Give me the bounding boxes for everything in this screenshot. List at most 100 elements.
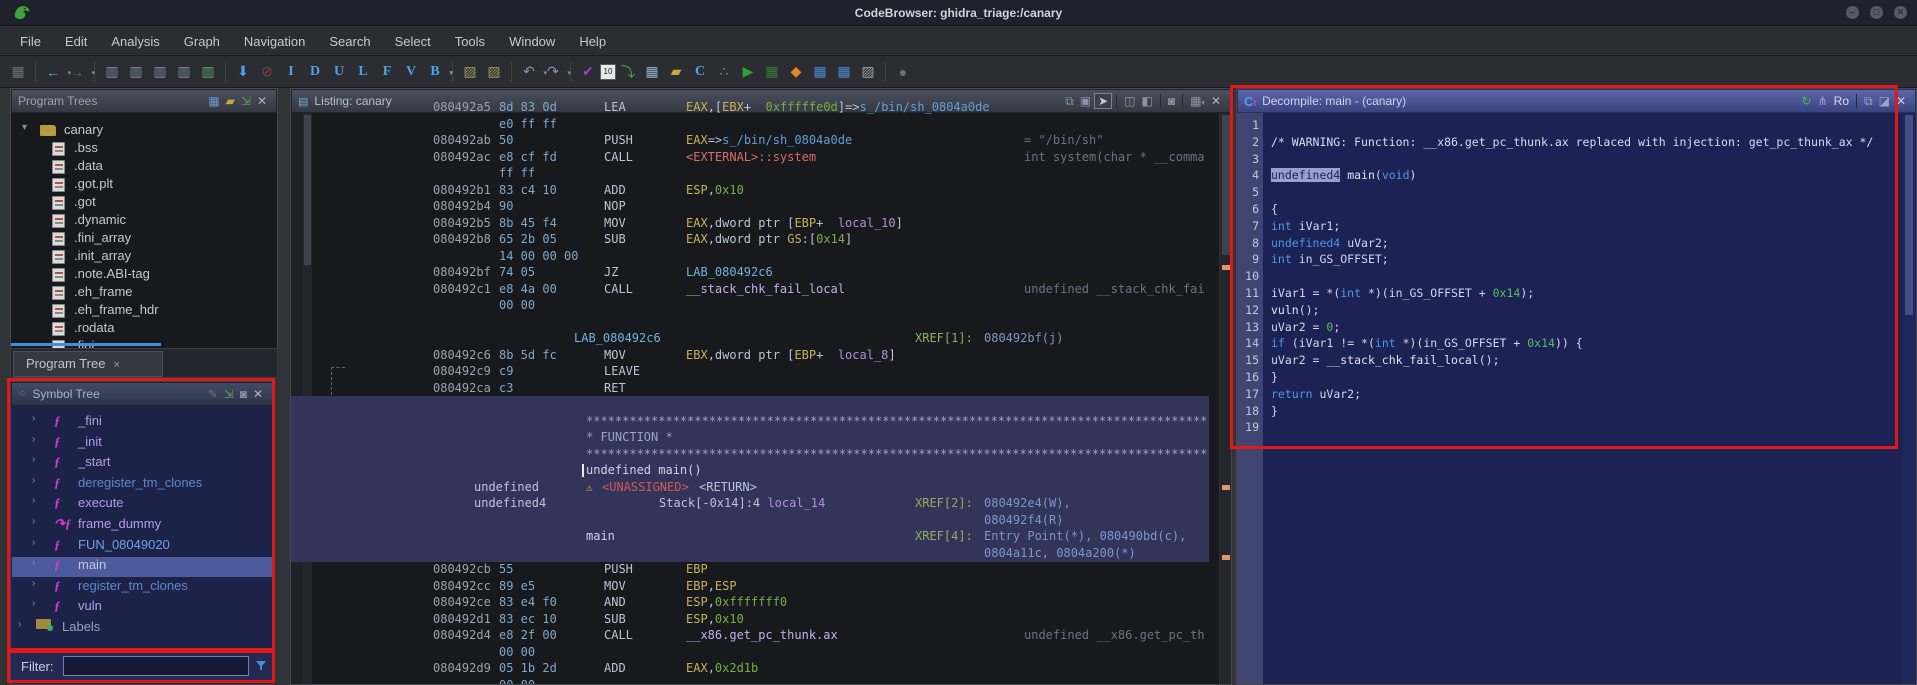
symbol-item-execute[interactable]: ›ƒexecute — [12, 495, 272, 515]
diamond-icon[interactable]: ◆ — [784, 60, 808, 84]
symbol-item-register_tm_clones[interactable]: ›ƒregister_tm_clones — [12, 578, 272, 598]
listing-row[interactable]: * FUNCTION * — [291, 429, 1209, 446]
clone-c-icon[interactable]: C — [688, 60, 712, 84]
collapse-icon[interactable]: ▾ — [22, 122, 27, 133]
export-green-icon[interactable]: ⤵ — [616, 60, 640, 84]
expand-icon[interactable]: › — [32, 495, 35, 506]
graph-icon[interactable]: ⋔ — [1815, 94, 1831, 108]
memory-move-icon[interactable]: ▥ — [148, 60, 172, 84]
expand-icon[interactable]: › — [32, 454, 35, 465]
listing-row[interactable]: ****************************************… — [291, 413, 1209, 430]
listing-row[interactable]: 00 00 — [291, 644, 1209, 661]
listing-row-080492bf[interactable]: 080492bf74 05JZLAB_080492c6 — [291, 264, 1209, 281]
listing-row-080492ce[interactable]: 080492ce83 e4 f0ANDESP,0xfffffff0 — [291, 594, 1209, 611]
open-folder-icon[interactable]: ▰ — [223, 94, 238, 108]
undo-icon[interactable]: ↶▾ — [517, 60, 541, 84]
decompile-line-3[interactable]: 3 — [1237, 151, 1902, 168]
menu-window[interactable]: Window — [499, 30, 565, 53]
redo-icon[interactable]: ↷▾ — [541, 60, 565, 84]
listing-row-080492a5[interactable]: 080492a58d 83 0dLEAEAX,[EBX + 0xfffffe0d… — [291, 99, 1209, 116]
undefine-u-icon[interactable]: U — [327, 60, 351, 84]
program-tree-hscroll[interactable] — [11, 343, 161, 346]
memory-copy-icon[interactable]: ▥ — [124, 60, 148, 84]
label-l-icon[interactable]: L — [351, 60, 375, 84]
listing-row-080492cb[interactable]: 080492cb55PUSHEBP — [291, 561, 1209, 578]
expand-icon[interactable]: › — [32, 475, 35, 486]
analysis-marker[interactable] — [1222, 555, 1230, 560]
listing-label-row[interactable]: LAB_080492c6XREF[1]:080492bf(j) — [291, 330, 1209, 347]
decompile-line-7[interactable]: 7 int iVar1; — [1237, 218, 1902, 235]
menu-help[interactable]: Help — [569, 30, 616, 53]
decompile-line-4[interactable]: 4undefined4 main(void) — [1237, 167, 1902, 184]
decompile-line-6[interactable]: 6{ — [1237, 201, 1902, 218]
symbol-item-frame_dummy[interactable]: ›↷ƒframe_dummy — [12, 516, 272, 536]
tab-close-icon[interactable]: × — [113, 359, 119, 371]
data-d-icon[interactable]: D — [303, 60, 327, 84]
new-tree-icon[interactable]: ▦ — [205, 94, 222, 108]
menu-file[interactable]: File — [10, 30, 51, 53]
listing-row[interactable]: 14 00 00 00 — [291, 248, 1209, 265]
decompile-line-13[interactable]: 13 uVar2 = 0; — [1237, 319, 1902, 336]
listing-row[interactable]: undefined main() — [291, 462, 1209, 479]
camera-icon[interactable]: ◙ — [237, 387, 250, 401]
decompile-line-11[interactable]: 11 iVar1 = *(int *)(in_GS_OFFSET + 0x14)… — [1237, 285, 1902, 302]
listing-row[interactable]: e0 ff ff — [291, 116, 1209, 133]
tab-program-tree[interactable]: Program Tree× — [13, 351, 163, 377]
decompile-line-9[interactable]: 9 int in_GS_OFFSET; — [1237, 251, 1902, 268]
datatype-folder-icon[interactable]: ▰ — [664, 60, 688, 84]
function-f-icon[interactable]: F — [375, 60, 399, 84]
memory-map-icon[interactable]: ▥ — [196, 60, 220, 84]
listing-row[interactable]: ****************************************… — [291, 446, 1209, 463]
save-icon[interactable]: ▦ — [6, 60, 30, 84]
listing-row-080492d4[interactable]: 080492d4e8 2f 00CALL__x86.get_pc_thunk.a… — [291, 627, 1209, 644]
decompile-line-1[interactable]: 1 — [1237, 117, 1902, 134]
decompile-line-16[interactable]: 16 } — [1237, 369, 1902, 386]
snapshot-out-icon[interactable]: ▨ — [482, 60, 506, 84]
variable-v-icon[interactable]: V — [399, 60, 423, 84]
expand-icon[interactable]: › — [32, 434, 35, 445]
stop-icon[interactable]: ⊘ — [255, 60, 279, 84]
menu-edit[interactable]: Edit — [55, 30, 97, 53]
table-blue-icon[interactable]: ▦ — [808, 60, 832, 84]
listing-row[interactable]: mainXREF[4]:Entry Point(*), 080490bd(c), — [291, 528, 1209, 545]
listing-row-080492b8[interactable]: 080492b865 2b 05SUBEAX,dword ptr GS:[0x1… — [291, 231, 1209, 248]
listing-row-080492c1[interactable]: 080492c1e8 4a 00CALL__stack_chk_fail_loc… — [291, 281, 1209, 298]
decompile-line-10[interactable]: 10 — [1237, 268, 1902, 285]
listing-row[interactable]: 00 00 — [291, 297, 1209, 314]
expand-icon[interactable]: › — [32, 516, 35, 527]
decompile-line-17[interactable]: 17 return uVar2; — [1237, 386, 1902, 403]
listing-row[interactable]: 00 00 — [291, 677, 1209, 685]
analysis-marker[interactable] — [1222, 265, 1230, 270]
listing-row-080492c6[interactable]: 080492c68b 5d fcMOVEBX,dword ptr [EBP + … — [291, 347, 1209, 364]
listing-row-080492c9[interactable]: 080492c9c9LEAVE — [291, 363, 1209, 380]
symbol-item-_fini[interactable]: ›ƒ_fini — [12, 413, 272, 433]
listing-row[interactable] — [291, 314, 1209, 331]
expand-icon[interactable]: › — [32, 413, 35, 424]
listing-row[interactable]: 0804a11c, 0804a200(*) — [291, 545, 1209, 562]
listing-row[interactable]: undefined⚠<UNASSIGNED><RETURN> — [291, 479, 1209, 496]
close-icon[interactable]: ✕ — [250, 387, 266, 401]
listing-row-080492d1[interactable]: 080492d183 ec 10SUBESP,0x10 — [291, 611, 1209, 628]
back-icon[interactable]: ←▾ — [41, 60, 65, 84]
memory-patch-icon[interactable]: ▥ — [100, 60, 124, 84]
run-script-icon[interactable]: ▶ — [736, 60, 760, 84]
listing-row-080492ca[interactable]: 080492cac3RET — [291, 380, 1209, 397]
listing-row[interactable]: ff ff — [291, 165, 1209, 182]
expand-icon[interactable]: › — [32, 537, 35, 548]
listing-row[interactable]: undefined4Stack[-0x14]:4 local_14XREF[2]… — [291, 495, 1209, 512]
expand-icon[interactable]: › — [18, 619, 21, 630]
menu-analysis[interactable]: Analysis — [101, 30, 169, 53]
symbol-item-vuln[interactable]: ›ƒvuln — [12, 598, 272, 618]
forward-icon[interactable]: →▾ — [65, 60, 89, 84]
decompile-line-12[interactable]: 12 vuln(); — [1237, 302, 1902, 319]
bookmark-b-icon[interactable]: B▾ — [423, 60, 447, 84]
expand-icon[interactable]: › — [32, 557, 35, 568]
snapshot-in-icon[interactable]: ▨ — [458, 60, 482, 84]
listing-row-080492b1[interactable]: 080492b183 c4 10ADDESP,0x10 — [291, 182, 1209, 199]
decompile-line-2[interactable]: 2/* WARNING: Function: __x86.get_pc_thun… — [1237, 134, 1902, 151]
symbol-item-main[interactable]: ›ƒmain — [12, 557, 272, 577]
import-icon[interactable]: ⇲ — [221, 387, 237, 401]
menu-tools[interactable]: Tools — [445, 30, 495, 53]
symbol-item-deregister_tm_clones[interactable]: ›ƒderegister_tm_clones — [12, 475, 272, 495]
listing-row[interactable]: 080492f4(R) — [291, 512, 1209, 529]
